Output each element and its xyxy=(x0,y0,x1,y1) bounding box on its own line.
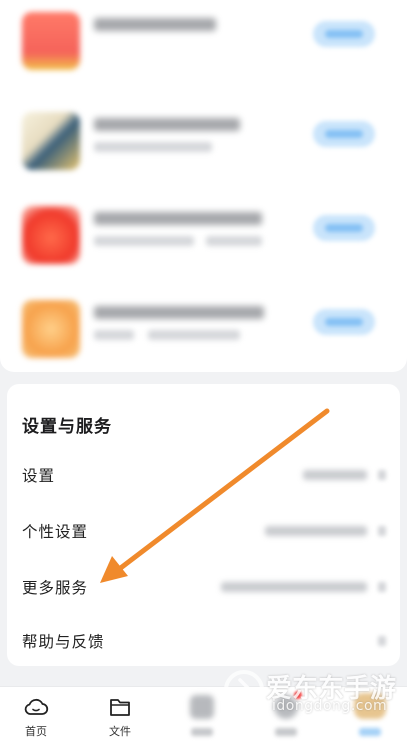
row-value-blurred xyxy=(221,582,367,592)
nav-item-home[interactable]: 首页 xyxy=(6,695,66,743)
settings-row-settings[interactable]: 设置 xyxy=(7,450,400,500)
promo-thumbnail xyxy=(22,112,80,170)
nav-label: 首页 xyxy=(25,725,47,738)
promo-item[interactable] xyxy=(0,198,407,278)
blurred-label xyxy=(359,728,381,736)
promo-title-blurred xyxy=(94,118,240,131)
promo-action-button[interactable] xyxy=(313,121,375,147)
promo-item[interactable] xyxy=(0,104,407,184)
promo-action-button[interactable] xyxy=(313,309,375,335)
promo-action-button[interactable] xyxy=(313,215,375,241)
cloud-icon xyxy=(24,698,49,715)
blurred-label xyxy=(275,728,297,736)
promo-item[interactable] xyxy=(0,4,407,84)
row-value-blurred xyxy=(265,526,367,536)
blurred-icon xyxy=(190,695,214,719)
row-label: 更多服务 xyxy=(22,579,89,597)
settings-row-personalization[interactable]: 个性设置 xyxy=(7,506,400,556)
row-label: 设置 xyxy=(22,467,56,485)
chevron-right-icon xyxy=(378,470,386,480)
promo-title-blurred xyxy=(94,18,216,31)
promo-subtitle-blurred xyxy=(206,236,262,246)
promo-subtitle-blurred xyxy=(148,330,240,340)
settings-row-help-feedback[interactable]: 帮助与反馈 xyxy=(7,616,400,666)
nav-item-files[interactable]: 文件 xyxy=(90,695,150,743)
promo-title-blurred xyxy=(94,306,264,319)
promo-subtitle-blurred xyxy=(94,142,212,152)
settings-services-card: 设置与服务 设置 个性设置 更多服务 帮助与反馈 xyxy=(7,384,400,666)
promo-title-blurred xyxy=(94,212,262,225)
folder-icon xyxy=(110,699,130,716)
promo-subtitle-blurred xyxy=(94,236,194,246)
promo-subtitle-blurred xyxy=(94,330,134,340)
watermark-logo-icon xyxy=(224,670,264,710)
section-title: 设置与服务 xyxy=(22,417,112,437)
blurred-label xyxy=(191,728,213,736)
promo-item[interactable] xyxy=(0,292,407,372)
chevron-right-icon xyxy=(378,636,386,646)
promo-action-button[interactable] xyxy=(313,21,375,47)
chevron-right-icon xyxy=(378,526,386,536)
nav-label: 文件 xyxy=(109,725,131,738)
chevron-right-icon xyxy=(378,582,386,592)
promo-thumbnail xyxy=(22,300,80,358)
settings-row-more-services[interactable]: 更多服务 xyxy=(7,562,400,612)
watermark-domain: idongdong.com xyxy=(272,698,388,714)
row-value-blurred xyxy=(303,470,367,480)
promo-list xyxy=(0,0,407,372)
promo-thumbnail xyxy=(22,12,80,70)
row-label: 帮助与反馈 xyxy=(22,633,105,651)
promo-thumbnail xyxy=(22,206,80,264)
row-label: 个性设置 xyxy=(22,523,89,541)
watermark: 爱东东手游 idongdong.com xyxy=(222,664,402,720)
